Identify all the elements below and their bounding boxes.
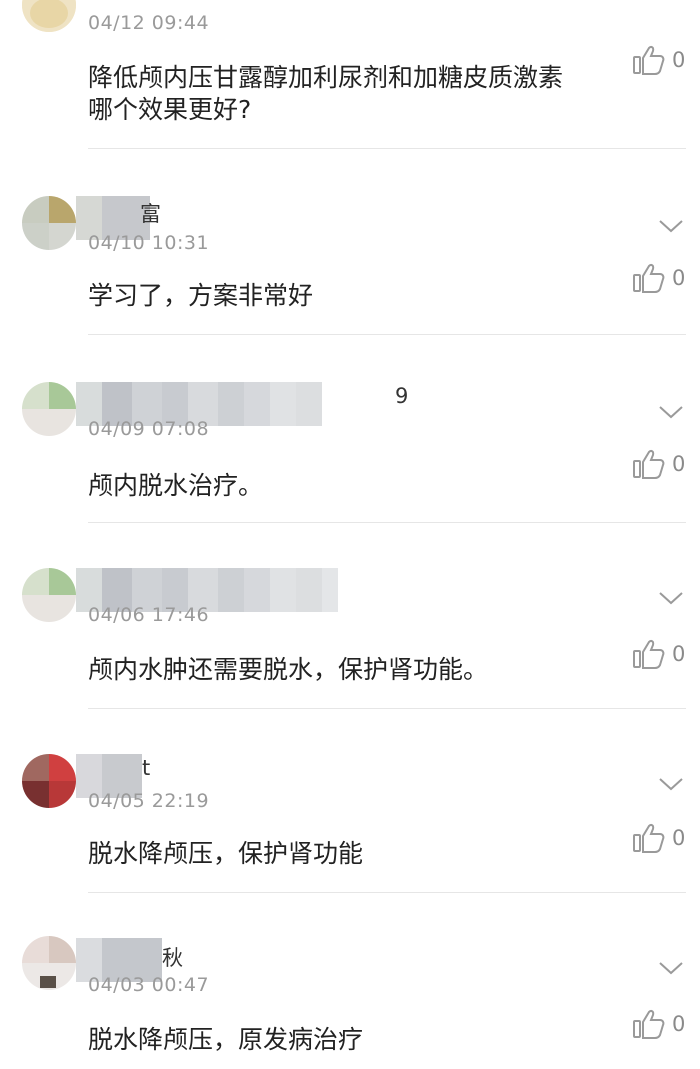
comment-text: 降低颅内压甘露醇加利尿剂和加糖皮质激素 哪个效果更好?	[88, 62, 628, 126]
username: 富	[140, 202, 161, 226]
comment-item: 04/06 17:46 0 颅内水肿还需要脱水，保护肾功能。	[0, 522, 700, 709]
comment-date: 04/05 22:19	[88, 790, 210, 812]
like-count: 0	[672, 452, 686, 476]
like-button[interactable]: 0	[632, 448, 685, 480]
like-button[interactable]: 0	[632, 44, 685, 76]
chevron-down-icon[interactable]	[658, 218, 684, 234]
comment-date: 04/12 09:44	[88, 12, 210, 34]
avatar[interactable]	[22, 568, 76, 622]
thumbs-up-icon	[633, 46, 665, 75]
like-button[interactable]: 0	[632, 822, 685, 854]
thumbs-up-icon	[633, 1010, 665, 1039]
comment-item: t 04/05 22:19 0 脱水降颅压，保护肾功能	[0, 708, 700, 893]
thumbs-up-icon	[633, 824, 665, 853]
avatar[interactable]	[22, 0, 76, 32]
chevron-down-icon[interactable]	[658, 776, 684, 792]
chevron-down-icon[interactable]	[658, 960, 684, 976]
comment-text: 学习了，方案非常好	[88, 281, 314, 310]
like-button[interactable]: 0	[632, 262, 685, 294]
divider	[88, 148, 686, 149]
comment-text: 颅内水肿还需要脱水，保护肾功能。	[88, 655, 489, 684]
like-count: 0	[672, 48, 686, 72]
like-button[interactable]: 0	[632, 638, 685, 670]
thumbs-up-icon	[633, 264, 665, 293]
username: 9	[395, 384, 409, 408]
comment-date: 04/06 17:46	[88, 604, 210, 626]
thumbs-up-icon	[633, 450, 665, 479]
comment-item: 04/12 09:44 0 降低颅内压甘露醇加利尿剂和加糖皮质激素 哪个效果更好…	[0, 0, 700, 150]
comment-date: 04/03 00:47	[88, 974, 210, 996]
comment-text: 脱水降颅压，原发病治疗	[88, 1025, 364, 1054]
avatar[interactable]	[22, 196, 76, 250]
like-count: 0	[672, 1012, 686, 1036]
divider	[88, 334, 686, 335]
comment-item: 9 04/09 07:08 0 颅内脱水治疗。	[0, 336, 700, 523]
username: 秋	[162, 946, 183, 970]
chevron-down-icon[interactable]	[658, 590, 684, 606]
chevron-down-icon[interactable]	[658, 404, 684, 420]
comment-date: 04/10 10:31	[88, 232, 210, 254]
thumbs-up-icon	[633, 640, 665, 669]
comment-text-line: 降低颅内压甘露醇加利尿剂和加糖皮质激素	[88, 63, 564, 92]
comment-text: 颅内脱水治疗。	[88, 471, 264, 500]
comment-item: 秋 04/03 00:47 0 脱水降颅压，原发病治疗	[0, 892, 700, 1069]
like-button[interactable]: 0	[632, 1008, 685, 1040]
avatar[interactable]	[22, 382, 76, 436]
username: t	[142, 756, 151, 780]
like-count: 0	[672, 642, 686, 666]
comment-item: 富 04/10 10:31 0 学习了，方案非常好	[0, 150, 700, 336]
comment-text: 脱水降颅压，保护肾功能	[88, 839, 364, 868]
avatar[interactable]	[22, 936, 76, 990]
like-count: 0	[672, 826, 686, 850]
like-count: 0	[672, 266, 686, 290]
comment-date: 04/09 07:08	[88, 418, 210, 440]
comment-text-line: 哪个效果更好?	[88, 95, 252, 124]
avatar[interactable]	[22, 754, 76, 808]
